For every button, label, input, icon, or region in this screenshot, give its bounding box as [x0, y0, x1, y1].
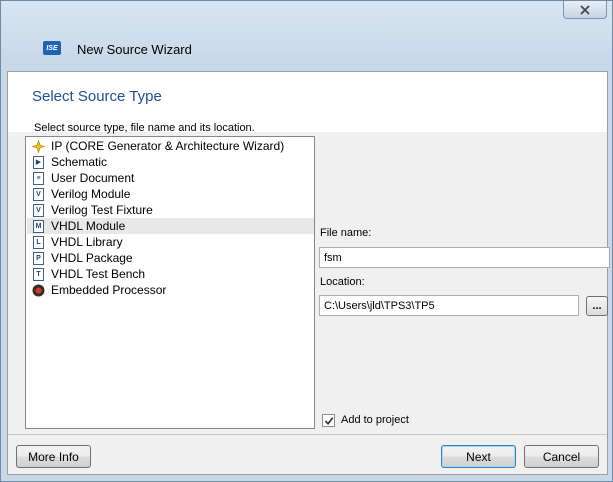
schematic-icon: ▶ — [32, 155, 45, 169]
add-to-project-checkbox[interactable] — [322, 414, 335, 427]
wizard-panel: Select Source Type Select source type, f… — [7, 71, 610, 475]
location-label: Location: — [320, 276, 365, 288]
vhdl-test-bench-icon: T — [32, 267, 45, 281]
list-item[interactable]: IP (CORE Generator & Architecture Wizard… — [27, 138, 314, 154]
vhdl-module-icon: M — [32, 219, 45, 233]
vhdl-package-icon: P — [32, 251, 45, 265]
window-title: New Source Wizard — [77, 42, 192, 57]
more-info-button[interactable]: More Info — [16, 445, 91, 468]
ip-core-icon — [32, 139, 45, 153]
footer-separator — [8, 434, 607, 435]
location-input[interactable] — [319, 295, 579, 316]
instructions-text: Select source type, file name and its lo… — [34, 122, 255, 134]
list-item[interactable]: L VHDL Library — [27, 234, 314, 250]
verilog-module-icon: V — [32, 187, 45, 201]
page-title: Select Source Type — [32, 88, 162, 105]
list-item[interactable]: M VHDL Module — [27, 218, 314, 234]
list-item[interactable]: V Verilog Test Fixture — [27, 202, 314, 218]
close-icon — [580, 4, 590, 15]
list-item[interactable]: ≡ User Document — [27, 170, 314, 186]
list-item-label: Verilog Test Fixture — [51, 203, 153, 217]
list-item-label: VHDL Library — [51, 235, 123, 249]
ise-logo-icon: ISE — [43, 41, 61, 55]
file-name-label: File name: — [320, 227, 372, 239]
close-button[interactable] — [563, 1, 607, 19]
list-item-label: Embedded Processor — [51, 283, 167, 297]
list-item[interactable]: P VHDL Package — [27, 250, 314, 266]
add-to-project-label: Add to project — [341, 414, 409, 426]
cancel-button[interactable]: Cancel — [524, 445, 599, 468]
list-item[interactable]: ▶ Schematic — [27, 154, 314, 170]
checkmark-icon — [324, 416, 333, 425]
list-item-label: IP (CORE Generator & Architecture Wizard… — [51, 139, 285, 153]
list-item-label: VHDL Package — [51, 251, 133, 265]
browse-button[interactable]: ... — [586, 296, 608, 316]
list-item[interactable]: T VHDL Test Bench — [27, 266, 314, 282]
list-item[interactable]: V Verilog Module — [27, 186, 314, 202]
vhdl-library-icon: L — [32, 235, 45, 249]
source-type-list[interactable]: IP (CORE Generator & Architecture Wizard… — [25, 136, 315, 429]
list-item-label: Verilog Module — [51, 187, 131, 201]
user-document-icon: ≡ — [32, 171, 45, 185]
list-item-label: User Document — [51, 171, 135, 185]
embedded-processor-icon — [32, 284, 45, 297]
file-name-input[interactable] — [319, 247, 610, 268]
new-source-wizard-window: ISE New Source Wizard Select Source Type… — [0, 0, 613, 482]
list-item[interactable]: Embedded Processor — [27, 282, 314, 298]
list-item-label: VHDL Module — [51, 219, 126, 233]
next-button[interactable]: Next — [441, 445, 516, 468]
list-item-label: VHDL Test Bench — [51, 267, 146, 281]
list-item-label: Schematic — [51, 155, 108, 169]
verilog-test-fixture-icon: V — [32, 203, 45, 217]
